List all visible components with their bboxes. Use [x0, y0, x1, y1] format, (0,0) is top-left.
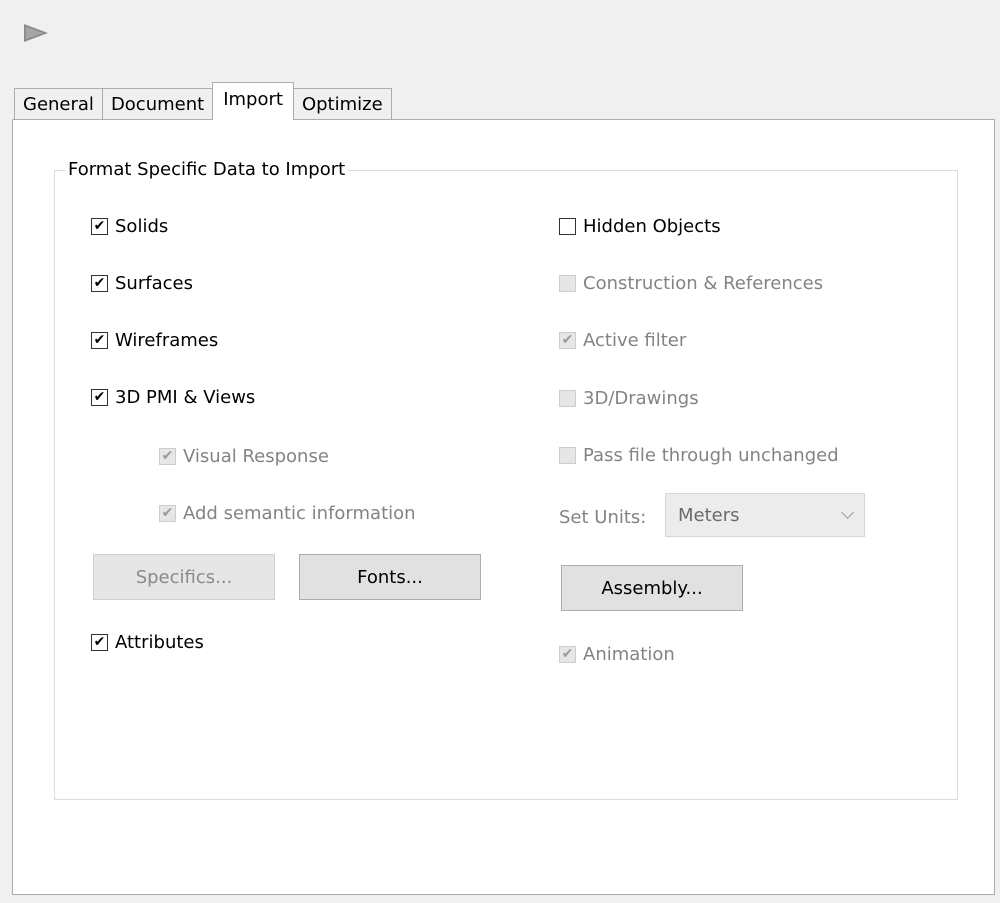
attributes-checkbox[interactable]: ✔ Attributes [91, 630, 204, 654]
import-tab-panel: Format Specific Data to Import ✔ Solids … [12, 119, 995, 895]
semantic-info-checkbox[interactable]: ✔ Add semantic information [159, 501, 416, 525]
group-title: Format Specific Data to Import [65, 158, 349, 182]
semantic-info-label: Add semantic information [183, 502, 416, 524]
pass-file-label: Pass file through unchanged [583, 444, 839, 466]
checkbox-box: ✔ [159, 447, 176, 465]
checkmark-icon: ✔ [561, 332, 574, 348]
checkmark-icon: ✔ [561, 646, 574, 662]
checkbox-box: ✔ [91, 388, 108, 406]
tab-import[interactable]: Import [212, 82, 294, 120]
wireframes-label: Wireframes [115, 329, 219, 351]
checkmark-icon: ✔ [93, 634, 106, 650]
units-dropdown[interactable]: Meters [665, 493, 865, 537]
surfaces-checkbox[interactable]: ✔ Surfaces [91, 271, 193, 295]
wireframes-checkbox[interactable]: ✔ Wireframes [91, 328, 218, 352]
checkmark-icon: ✔ [93, 389, 106, 405]
set-units-label: Set Units: [559, 507, 647, 528]
checkbox-box [559, 389, 576, 407]
construction-references-checkbox[interactable]: Construction & References [559, 271, 823, 295]
chevron-down-icon [841, 506, 854, 519]
checkbox-box: ✔ [159, 504, 176, 522]
active-filter-checkbox[interactable]: ✔ Active filter [559, 328, 686, 352]
hidden-objects-label: Hidden Objects [583, 215, 721, 237]
attributes-label: Attributes [115, 631, 204, 653]
tab-document[interactable]: Document [101, 88, 214, 120]
checkbox-box [559, 274, 576, 292]
checkbox-box [559, 217, 576, 235]
checkmark-icon: ✔ [93, 332, 106, 348]
checkmark-icon: ✔ [93, 275, 106, 291]
pmi-views-checkbox[interactable]: ✔ 3D PMI & Views [91, 385, 255, 409]
3d-drawings-checkbox[interactable]: 3D/Drawings [559, 386, 699, 410]
fonts-button[interactable]: Fonts... [299, 554, 481, 600]
checkbox-box: ✔ [91, 331, 108, 349]
visual-response-checkbox[interactable]: ✔ Visual Response [159, 444, 329, 468]
assembly-button[interactable]: Assembly... [561, 565, 743, 611]
solids-label: Solids [115, 215, 169, 237]
checkbox-box: ✔ [91, 274, 108, 292]
tab-general[interactable]: General [14, 88, 103, 120]
tab-optimize[interactable]: Optimize [292, 88, 392, 120]
units-value: Meters [678, 504, 740, 526]
active-filter-label: Active filter [583, 329, 687, 351]
animation-checkbox[interactable]: ✔ Animation [559, 642, 675, 666]
animation-label: Animation [583, 643, 675, 665]
pass-file-checkbox[interactable]: Pass file through unchanged [559, 443, 839, 467]
checkbox-box: ✔ [91, 633, 108, 651]
solids-checkbox[interactable]: ✔ Solids [91, 214, 168, 238]
checkbox-box: ✔ [559, 331, 576, 349]
surfaces-label: Surfaces [115, 272, 193, 294]
visual-response-label: Visual Response [183, 445, 329, 467]
play-arrow-icon[interactable] [24, 24, 48, 42]
hidden-objects-checkbox[interactable]: Hidden Objects [559, 214, 721, 238]
3d-drawings-label: 3D/Drawings [583, 387, 699, 409]
construction-references-label: Construction & References [583, 272, 824, 294]
checkmark-icon: ✔ [161, 448, 174, 464]
checkbox-box [559, 446, 576, 464]
tab-bar: General Document Import Optimize [14, 82, 392, 120]
pmi-views-label: 3D PMI & Views [115, 386, 256, 408]
checkmark-icon: ✔ [93, 218, 106, 234]
checkbox-box: ✔ [91, 217, 108, 235]
format-specific-group: Format Specific Data to Import ✔ Solids … [54, 158, 958, 800]
checkbox-box: ✔ [559, 645, 576, 663]
checkmark-icon: ✔ [161, 505, 174, 521]
specifics-button[interactable]: Specifics... [93, 554, 275, 600]
